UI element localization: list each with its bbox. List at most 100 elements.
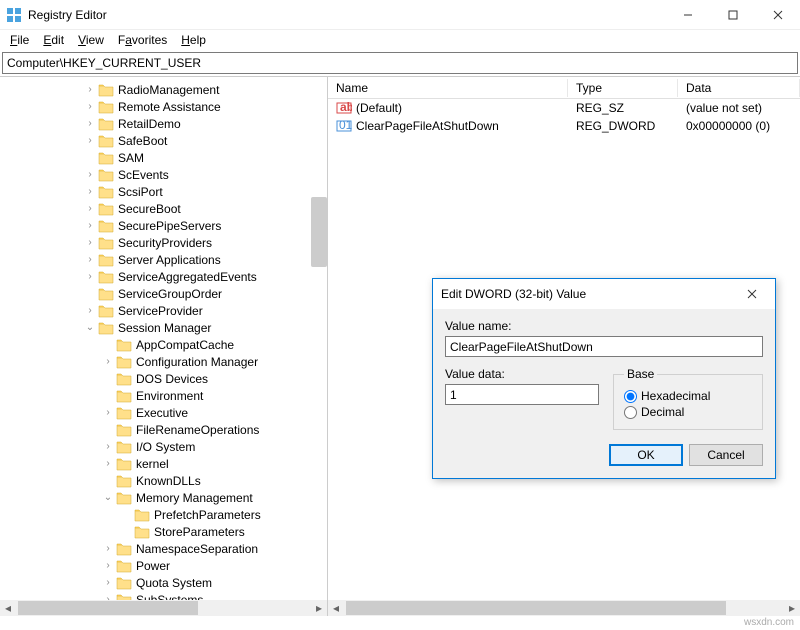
tree-label: Remote Assistance: [116, 99, 223, 115]
edit-dword-dialog: Edit DWORD (32-bit) Value Value name: Va…: [432, 278, 776, 479]
list-hscroll-thumb[interactable]: [346, 601, 726, 615]
expand-icon[interactable]: ›: [84, 254, 96, 265]
list-row[interactable]: ab(Default)REG_SZ(value not set): [328, 99, 800, 117]
expand-icon[interactable]: ›: [102, 560, 114, 571]
expand-icon[interactable]: ›: [84, 220, 96, 231]
address-bar[interactable]: Computer\HKEY_CURRENT_USER: [2, 52, 798, 74]
radio-hexadecimal[interactable]: [624, 390, 637, 403]
tree-item[interactable]: ›ScsiPort: [0, 183, 327, 200]
expand-icon[interactable]: ›: [84, 169, 96, 180]
tree-item[interactable]: ›SafeBoot: [0, 132, 327, 149]
tree-scrollbar-thumb[interactable]: [311, 197, 327, 267]
folder-icon: [98, 202, 114, 216]
tree-hscroll-thumb[interactable]: [18, 601, 198, 615]
tree-item[interactable]: ›SecurityProviders: [0, 234, 327, 251]
tree-item[interactable]: ›ServiceAggregatedEvents: [0, 268, 327, 285]
scroll-right-icon[interactable]: ▸: [311, 600, 327, 616]
tree-item[interactable]: ›RetailDemo: [0, 115, 327, 132]
expand-icon[interactable]: ›: [84, 101, 96, 112]
expand-icon[interactable]: ›: [84, 118, 96, 129]
list-header: Name Type Data: [328, 77, 800, 99]
tree-hscrollbar[interactable]: ◂ ▸: [0, 600, 327, 616]
tree-label: RadioManagement: [116, 82, 221, 98]
tree-item[interactable]: ›I/O System: [0, 438, 327, 455]
expand-icon[interactable]: ›: [102, 356, 114, 367]
scroll-left-icon[interactable]: ◂: [0, 600, 16, 616]
tree-item[interactable]: › Executive: [0, 404, 327, 421]
tree-label: SAM: [116, 150, 146, 166]
tree-item[interactable]: PrefetchParameters: [0, 506, 327, 523]
dialog-close-button[interactable]: [737, 280, 767, 308]
folder-icon: [116, 474, 132, 488]
registry-tree[interactable]: › RadioManagement › Remote Assistance›Retai…: [0, 77, 327, 601]
tree-item[interactable]: ›kernel: [0, 455, 327, 472]
menu-help[interactable]: Help: [175, 31, 212, 49]
radio-decimal[interactable]: [624, 406, 637, 419]
expand-icon[interactable]: ›: [84, 237, 96, 248]
tree-item[interactable]: ⌄Memory Management: [0, 489, 327, 506]
close-button[interactable]: [755, 0, 800, 30]
menu-view[interactable]: View: [72, 31, 110, 49]
expand-icon[interactable]: ›: [102, 441, 114, 452]
tree-item[interactable]: ›Power: [0, 557, 327, 574]
tree-item[interactable]: › RadioManagement: [0, 81, 327, 98]
tree-item[interactable]: DOS Devices: [0, 370, 327, 387]
tree-item[interactable]: ServiceGroupOrder: [0, 285, 327, 302]
tree-item[interactable]: Environment: [0, 387, 327, 404]
folder-icon: [98, 270, 114, 284]
menu-file[interactable]: File: [4, 31, 35, 49]
expand-icon[interactable]: ›: [102, 458, 114, 469]
tree-item[interactable]: › Remote Assistance: [0, 98, 327, 115]
expand-icon[interactable]: ›: [102, 407, 114, 418]
expand-icon[interactable]: ›: [102, 577, 114, 588]
window-title: Registry Editor: [28, 8, 665, 22]
tree-item[interactable]: ›SecureBoot: [0, 200, 327, 217]
value-name-input[interactable]: [445, 336, 763, 357]
menu-edit[interactable]: Edit: [37, 31, 70, 49]
col-name[interactable]: Name: [328, 79, 568, 97]
list-row[interactable]: 011ClearPageFileAtShutDownREG_DWORD0x000…: [328, 117, 800, 135]
tree-item[interactable]: SAM: [0, 149, 327, 166]
tree-item[interactable]: ›Server Applications: [0, 251, 327, 268]
col-type[interactable]: Type: [568, 79, 678, 97]
collapse-icon[interactable]: ⌄: [84, 322, 96, 333]
expand-icon[interactable]: ›: [102, 543, 114, 554]
svg-text:ab: ab: [340, 100, 352, 114]
tree-item[interactable]: ›Configuration Manager: [0, 353, 327, 370]
tree-item[interactable]: ›NamespaceSeparation: [0, 540, 327, 557]
collapse-icon[interactable]: ⌄: [102, 492, 114, 503]
folder-icon: [98, 100, 114, 114]
tree-item[interactable]: ›SecurePipeServers: [0, 217, 327, 234]
folder-icon: [98, 83, 114, 97]
expand-icon[interactable]: ›: [84, 271, 96, 282]
value-data-input[interactable]: [445, 384, 599, 405]
menu-favorites[interactable]: Favorites: [112, 31, 173, 49]
tree-item[interactable]: ›ScEvents: [0, 166, 327, 183]
list-hscrollbar[interactable]: ◂ ▸: [328, 600, 800, 616]
tree-label: Executive: [134, 405, 190, 421]
expand-icon[interactable]: ›: [84, 84, 96, 95]
tree-item[interactable]: FileRenameOperations: [0, 421, 327, 438]
expand-icon[interactable]: ›: [84, 135, 96, 146]
tree-label: FileRenameOperations: [134, 422, 261, 438]
tree-item[interactable]: AppCompatCache: [0, 336, 327, 353]
maximize-button[interactable]: [710, 0, 755, 30]
minimize-button[interactable]: [665, 0, 710, 30]
col-data[interactable]: Data: [678, 79, 800, 97]
scroll-left-icon[interactable]: ◂: [328, 600, 344, 616]
cancel-button[interactable]: Cancel: [689, 444, 763, 466]
tree-item[interactable]: ⌄Session Manager: [0, 319, 327, 336]
value-data: (value not set): [678, 100, 800, 116]
tree-item[interactable]: StoreParameters: [0, 523, 327, 540]
tree-item[interactable]: KnownDLLs: [0, 472, 327, 489]
tree-item[interactable]: ›Quota System: [0, 574, 327, 591]
folder-icon: [116, 542, 132, 556]
scroll-right-icon[interactable]: ▸: [784, 600, 800, 616]
expand-icon[interactable]: ›: [84, 203, 96, 214]
ok-button[interactable]: OK: [609, 444, 683, 466]
expand-icon[interactable]: ›: [84, 186, 96, 197]
expand-icon[interactable]: ›: [84, 305, 96, 316]
folder-icon: [134, 508, 150, 522]
tree-label: DOS Devices: [134, 371, 210, 387]
tree-item[interactable]: ›ServiceProvider: [0, 302, 327, 319]
